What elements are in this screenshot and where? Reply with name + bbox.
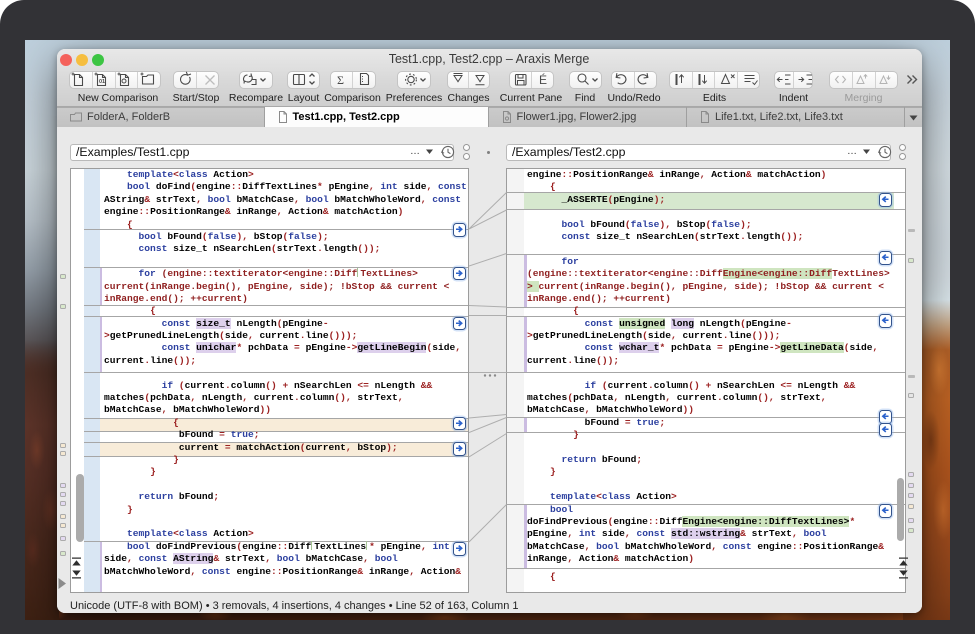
svg-text:01: 01 xyxy=(99,79,105,85)
svg-text:…: … xyxy=(410,146,420,157)
svg-text:É: É xyxy=(539,72,547,87)
svg-text:…: … xyxy=(847,146,857,157)
svg-text:Σ: Σ xyxy=(337,73,344,87)
